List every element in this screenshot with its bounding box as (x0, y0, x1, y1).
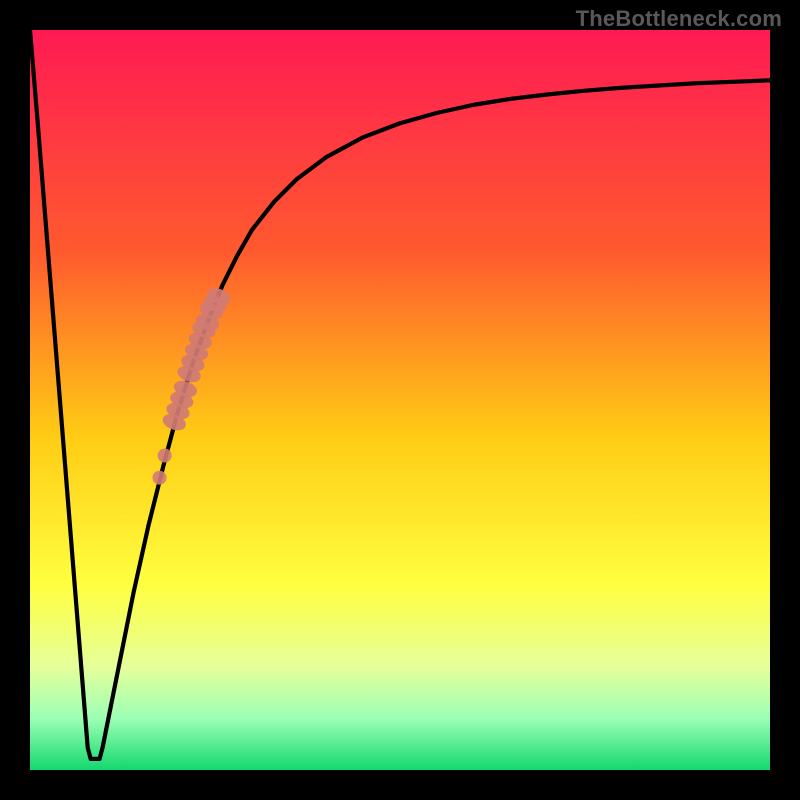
marker-dot (153, 471, 167, 485)
gradient-background (30, 30, 770, 770)
chart-svg (30, 30, 770, 770)
plot-area (30, 30, 770, 770)
chart-frame: TheBottleneck.com (0, 0, 800, 800)
marker-dot (158, 449, 172, 463)
credit-label: TheBottleneck.com (576, 6, 782, 32)
